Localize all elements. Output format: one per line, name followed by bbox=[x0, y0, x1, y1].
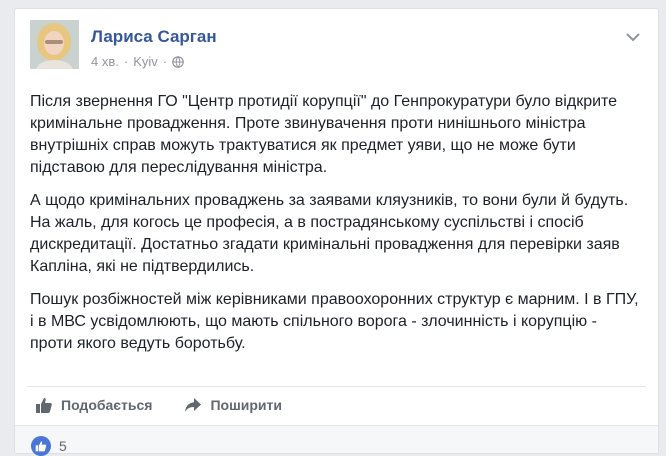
post-header: Лариса Сарган 4 хв. · Kyiv · bbox=[30, 20, 646, 70]
post-actions: Подобається Поширити bbox=[27, 387, 646, 423]
post-meta: 4 хв. · Kyiv · bbox=[91, 54, 184, 69]
post-time[interactable]: 4 хв. bbox=[91, 54, 119, 69]
avatar-image bbox=[30, 20, 79, 69]
meta-separator-2: · bbox=[162, 54, 168, 69]
like-button[interactable]: Подобається bbox=[31, 392, 156, 418]
like-reaction-icon bbox=[31, 436, 51, 456]
post-body: Після звернення ГО "Центр протидії коруп… bbox=[30, 91, 640, 366]
share-label: Поширити bbox=[210, 397, 282, 413]
globe-icon[interactable] bbox=[172, 55, 184, 68]
thumbs-up-icon bbox=[36, 398, 52, 413]
reactions-summary[interactable]: 5 bbox=[31, 436, 67, 456]
post-paragraph-3: Пошук розбіжностей між керівниками право… bbox=[30, 291, 639, 352]
reaction-count: 5 bbox=[59, 438, 67, 454]
share-arrow-icon bbox=[185, 398, 202, 412]
post-footer: 5 bbox=[15, 425, 658, 456]
author-avatar[interactable] bbox=[30, 20, 79, 69]
post-paragraph-2: А щодо кримінальних проваджень за заявам… bbox=[30, 192, 629, 275]
post-paragraph-1: Після звернення ГО "Центр протидії коруп… bbox=[30, 93, 618, 176]
author-name[interactable]: Лариса Сарган bbox=[91, 27, 217, 47]
share-button[interactable]: Поширити bbox=[180, 392, 286, 418]
post-location[interactable]: Kyiv bbox=[133, 54, 158, 69]
chevron-down-icon[interactable] bbox=[624, 30, 642, 44]
meta-separator: · bbox=[123, 54, 129, 69]
post-card: Лариса Сарган 4 хв. · Kyiv · Після зверн… bbox=[14, 8, 659, 456]
like-label: Подобається bbox=[61, 397, 153, 413]
